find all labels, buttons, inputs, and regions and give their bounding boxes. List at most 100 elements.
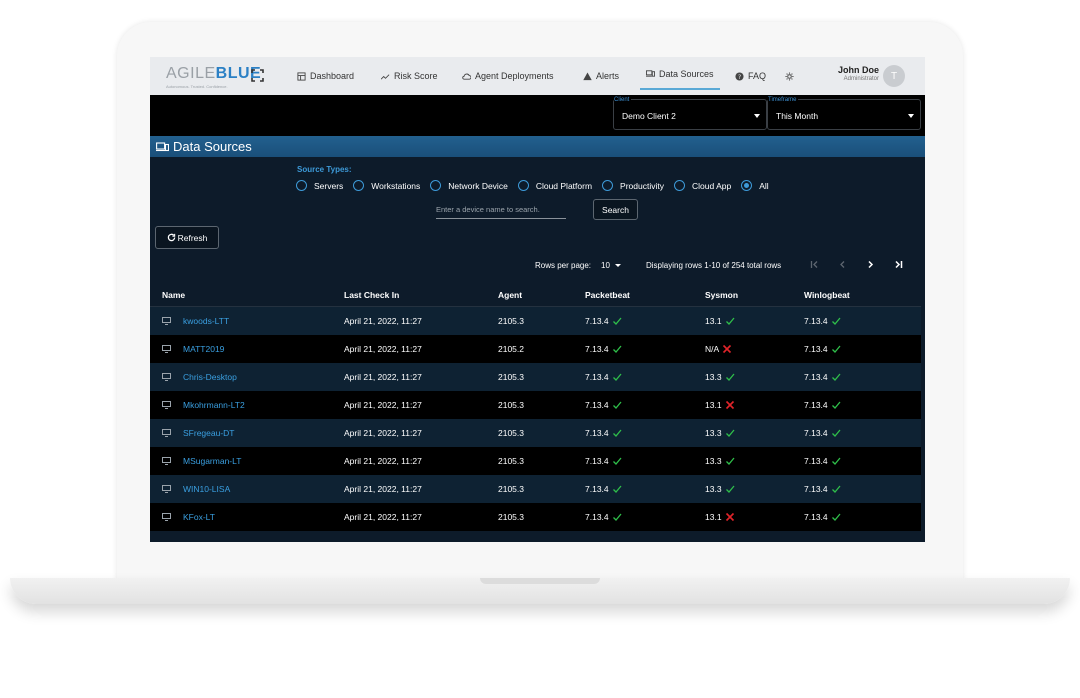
radio-label: Servers	[314, 180, 344, 191]
radio-dot	[744, 183, 750, 188]
packetbeat-status: 7.13.4	[585, 456, 622, 466]
radio-button-selected[interactable]	[741, 180, 753, 191]
check-icon	[831, 429, 841, 437]
sysmon-status: 13.1	[705, 316, 735, 326]
radio-workstations[interactable]: Workstations	[353, 180, 420, 191]
check-icon	[612, 317, 622, 325]
radio-label: Network Device	[448, 180, 508, 191]
winlogbeat-version: 7.13.4	[804, 456, 828, 466]
winlogbeat-version: 7.13.4	[804, 316, 828, 326]
last-check-in: April 21, 2022, 11:27	[344, 512, 422, 522]
timeframe-select[interactable]: Timeframe This Month	[767, 97, 921, 130]
logo-agile: AGILE	[166, 65, 216, 82]
radio-network-device[interactable]: Network Device	[430, 180, 508, 191]
devices-icon	[156, 142, 169, 152]
nav-faq[interactable]: ? FAQ	[735, 57, 766, 95]
table-row[interactable]: SFregeau-DT April 21, 2022, 11:27 2105.3 7.…	[150, 419, 921, 447]
client-select[interactable]: Client Demo Client 2	[613, 97, 767, 130]
winlogbeat-status: 7.13.4	[804, 456, 841, 466]
device-name-link[interactable]: WIN10-LISA	[183, 484, 230, 494]
laptop-notch	[480, 578, 600, 584]
winlogbeat-version: 7.13.4	[804, 400, 828, 410]
table-row[interactable]: MATT2019 April 21, 2022, 11:27 2105.2 7.13.…	[150, 335, 921, 363]
col-name[interactable]: Name	[162, 290, 185, 300]
device-name-link[interactable]: Chris-Desktop	[183, 372, 237, 382]
table-row[interactable]: WIN10-LISA April 21, 2022, 11:27 2105.3 7.1…	[150, 475, 921, 503]
chart-icon	[381, 73, 390, 80]
nav-dashboard[interactable]: Dashboard	[297, 57, 354, 95]
table-row[interactable]: Mkohrmann-LT2 April 21, 2022, 11:27 2105.3…	[150, 391, 921, 419]
last-page-button[interactable]	[891, 257, 905, 271]
client-value: Demo Client 2	[622, 111, 676, 121]
device-name-link[interactable]: kwoods-LTT	[183, 316, 229, 326]
monitor-icon	[162, 513, 171, 521]
sysmon-status: 13.1	[705, 400, 735, 410]
nav-agent-deployments[interactable]: Agent Deployments	[462, 57, 554, 95]
fullscreen-icon[interactable]	[251, 69, 264, 82]
source-type-radios: Servers Workstations Network Device Clou…	[296, 180, 779, 191]
chevron-left-icon	[839, 260, 844, 268]
prev-page-button[interactable]	[835, 257, 849, 271]
device-name-link[interactable]: KFox-LT	[183, 512, 215, 522]
packetbeat-status: 7.13.4	[585, 344, 622, 354]
col-last-check-in[interactable]: Last Check In	[344, 290, 399, 300]
radio-button[interactable]	[673, 180, 685, 191]
radio-productivity[interactable]: Productivity	[602, 180, 664, 191]
radio-cloud-platform[interactable]: Cloud Platform	[517, 180, 592, 191]
radio-button[interactable]	[296, 180, 307, 191]
sysmon-status: 13.1	[705, 512, 735, 522]
search-input[interactable]	[436, 200, 566, 219]
radio-label: Cloud App	[691, 180, 732, 191]
device-name-link[interactable]: Mkohrmann-LT2	[183, 400, 245, 410]
packetbeat-version: 7.13.4	[585, 428, 609, 438]
table-row[interactable]: kwoods-LTT April 21, 2022, 11:27 2105.3 7.1…	[150, 307, 921, 335]
winlogbeat-status: 7.13.4	[804, 512, 841, 522]
winlogbeat-status: 7.13.4	[804, 316, 841, 326]
radio-all[interactable]: All	[741, 180, 769, 191]
table-row[interactable]: Chris-Desktop April 21, 2022, 11:27 2105.3…	[150, 363, 921, 391]
device-name-link[interactable]: MSugarman-LT	[183, 456, 241, 466]
table-row[interactable]: MSugarman-LT April 21, 2022, 11:27 2105.3 7…	[150, 447, 921, 475]
agent-version: 2105.3	[498, 484, 524, 494]
last-check-in: April 21, 2022, 11:27	[344, 484, 422, 494]
radio-button[interactable]	[517, 180, 529, 191]
radio-label: Workstations	[371, 180, 421, 191]
device-name-link[interactable]: MATT2019	[183, 344, 224, 354]
nav-settings[interactable]	[785, 57, 794, 95]
sysmon-version: 13.3	[705, 484, 722, 494]
check-icon	[831, 373, 841, 381]
nav-data-sources[interactable]: Data Sources	[640, 59, 720, 90]
radio-servers[interactable]: Servers	[296, 180, 343, 191]
monitor-icon	[162, 345, 171, 353]
chevron-right-icon	[867, 260, 873, 268]
rows-per-page-select[interactable]: 10	[601, 261, 621, 270]
col-winlogbeat[interactable]: Winlogbeat	[804, 290, 850, 300]
search-button[interactable]: Search	[593, 199, 638, 220]
col-agent[interactable]: Agent	[498, 290, 522, 300]
sysmon-version: 13.3	[705, 428, 722, 438]
table-row[interactable]: KFox-LT April 21, 2022, 11:27 2105.3 7.13.4…	[150, 503, 921, 531]
user-info[interactable]: John Doe Administrator	[838, 65, 879, 82]
rows-per-page-label: Rows per page:	[535, 260, 592, 270]
next-page-button[interactable]	[863, 257, 877, 271]
logo[interactable]: AGILEBLUE Autonomous. Trusted. Confidenc…	[166, 65, 261, 90]
sysmon-status: 13.3	[705, 484, 735, 494]
first-page-button[interactable]	[807, 257, 821, 271]
x-icon	[725, 512, 734, 522]
avatar[interactable]: T	[883, 65, 905, 87]
device-name-link[interactable]: SFregeau-DT	[183, 428, 235, 438]
col-sysmon[interactable]: Sysmon	[705, 290, 738, 300]
winlogbeat-version: 7.13.4	[804, 428, 828, 438]
nav-risk-score[interactable]: Risk Score	[381, 57, 438, 95]
radio-button[interactable]	[602, 180, 614, 191]
agent-version: 2105.3	[498, 512, 524, 522]
radio-button[interactable]	[353, 180, 365, 191]
laptop-base	[10, 578, 1070, 604]
nav-alerts[interactable]: Alerts	[583, 57, 619, 95]
refresh-button[interactable]: Refresh	[155, 226, 219, 249]
check-icon	[612, 457, 622, 465]
radio-button[interactable]	[430, 180, 442, 191]
col-packetbeat[interactable]: Packetbeat	[585, 290, 630, 300]
sysmon-version: N/A	[705, 344, 720, 354]
radio-cloud-app[interactable]: Cloud App	[673, 180, 732, 191]
